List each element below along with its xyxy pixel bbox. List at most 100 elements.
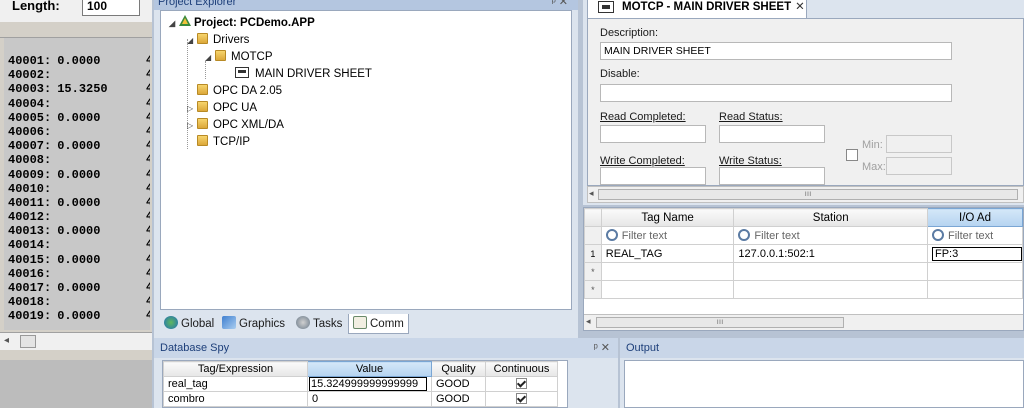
continuous-checkbox[interactable] <box>516 393 527 404</box>
project-tree: ◢ Project: PCDemo.APP ◢ Drivers ◢ MOTCP MAI… <box>160 10 572 310</box>
register-list: 40001: 0.0000 4 40002: 4 40003: 15.3250 4 40004:… <box>4 38 150 330</box>
column-header-quality[interactable]: Quality <box>431 361 486 377</box>
tree-node-project[interactable]: ◢ Project: PCDemo.APP <box>169 15 315 32</box>
filter-io-address[interactable]: Filter text <box>926 226 1024 245</box>
register-value: 0.0000 <box>57 110 101 125</box>
collapse-icon[interactable]: ◢ <box>169 15 179 32</box>
folder-icon <box>197 101 208 112</box>
scrollbar-thumb[interactable]: ııı <box>598 189 1018 200</box>
close-icon[interactable]: ✕ <box>795 1 805 13</box>
column-header-tag-expression[interactable]: Tag/Expression <box>163 361 308 377</box>
pin-icon[interactable]: ᵖ ✕ <box>594 338 610 358</box>
filter-tag-name[interactable]: Filter text <box>600 226 735 245</box>
cell-tag-name[interactable] <box>600 262 735 281</box>
folder-icon <box>197 84 208 95</box>
column-header-tag-name[interactable]: Tag Name <box>600 208 735 227</box>
pin-icon[interactable]: ᵖ ✕ <box>552 0 568 8</box>
horizontal-scrollbar[interactable]: ◂ ııı <box>587 186 1024 203</box>
collapse-icon[interactable]: ◢ <box>187 32 197 49</box>
disable-field[interactable] <box>600 84 952 102</box>
cell-value[interactable]: 0 <box>307 391 432 407</box>
description-field[interactable]: MAIN DRIVER SHEET <box>600 42 952 60</box>
row-number: * <box>584 262 602 281</box>
cell-tag-name[interactable]: REAL_TAG <box>600 244 735 263</box>
cell-tag-name[interactable] <box>600 280 735 299</box>
table-row: combro 0 GOOD <box>163 391 558 407</box>
tree-node-opc-ua[interactable]: ▷ OPC UA <box>187 100 257 117</box>
clipped-column: 4 <box>146 182 150 195</box>
cell-value[interactable]: 15.324999999999999 <box>307 376 432 392</box>
clipped-column: 4 <box>146 267 150 280</box>
scroll-left-icon[interactable]: ◂ <box>4 335 9 346</box>
tree-node-tcpip[interactable]: TCP/IP <box>187 134 250 151</box>
register-address: 40001: <box>8 54 52 68</box>
length-label: Length: <box>12 0 60 13</box>
tab-global[interactable]: Global <box>162 314 214 334</box>
register-address: 40007: <box>8 139 52 154</box>
clipped-column: 4 <box>146 55 150 67</box>
tab-driver-sheet[interactable]: MOTCP - MAIN DRIVER SHEET ✕ <box>587 0 807 18</box>
register-row: 40004: 4 <box>8 97 150 111</box>
tab-graphics[interactable]: Graphics <box>220 314 285 334</box>
cell-io-address[interactable] <box>926 280 1024 299</box>
cell-io-address[interactable] <box>926 262 1024 281</box>
continuous-checkbox[interactable] <box>516 378 527 389</box>
scroll-left-icon[interactable]: ◂ <box>586 316 591 327</box>
register-address: 40004: <box>8 96 52 111</box>
io-address-editor[interactable]: FP:3 <box>931 246 1022 261</box>
max-field[interactable] <box>886 157 952 175</box>
register-row: 40017: 0.0000 4 <box>8 281 150 295</box>
gear-icon <box>296 316 310 329</box>
column-header-continuous[interactable]: Continuous <box>485 361 558 377</box>
collapse-icon[interactable]: ◢ <box>205 49 215 66</box>
column-header-station[interactable]: Station <box>733 208 928 227</box>
tab-comm[interactable]: Comm <box>348 314 409 334</box>
register-row: 40001: 0.0000 4 <box>8 54 150 68</box>
output-panel: Output <box>620 338 1024 408</box>
register-address: 40014: <box>8 238 52 253</box>
output-area[interactable] <box>624 360 1024 408</box>
scroll-left-icon[interactable]: ◂ <box>589 188 594 199</box>
graphics-icon <box>222 316 236 329</box>
register-row: 40014: 4 <box>8 238 150 252</box>
min-max-checkbox[interactable] <box>846 149 858 161</box>
min-field[interactable] <box>886 135 952 153</box>
tree-label: OPC UA <box>213 102 258 114</box>
tree-node-motcp[interactable]: ◢ MOTCP <box>205 49 273 66</box>
read-completed-field[interactable] <box>600 125 706 143</box>
row-number-header <box>584 208 602 227</box>
column-header-value[interactable]: Value <box>307 361 432 377</box>
cell-station[interactable] <box>733 280 928 299</box>
cell-quality: GOOD <box>431 391 486 407</box>
cell-io-address[interactable]: FP:3 <box>926 244 1024 263</box>
cell-tag-expression[interactable]: real_tag <box>163 376 308 392</box>
horizontal-scrollbar[interactable]: ◂ <box>0 332 152 350</box>
table-row: * <box>584 262 1024 281</box>
register-row: 40006: 4 <box>8 125 150 139</box>
expand-icon[interactable]: ▷ <box>187 117 197 134</box>
scrollbar-thumb[interactable] <box>20 335 36 348</box>
register-address: 40018: <box>8 295 52 310</box>
cell-tag-expression[interactable]: combro <box>163 391 308 407</box>
filter-station[interactable]: Filter text <box>733 226 928 245</box>
tree-node-opc-xml[interactable]: ▷ OPC XML/DA <box>187 117 284 134</box>
expand-icon[interactable]: ▷ <box>187 100 197 117</box>
tree-node-drivers[interactable]: ◢ Drivers <box>187 32 249 49</box>
cell-station[interactable]: 127.0.0.1:502:1 <box>733 244 928 263</box>
tree-node-opc-da[interactable]: OPC DA 2.05 <box>187 83 282 100</box>
write-completed-field[interactable] <box>600 167 706 185</box>
register-address: 40016: <box>8 266 52 281</box>
horizontal-scrollbar[interactable]: ◂ ııı <box>584 314 1023 330</box>
tab-tasks[interactable]: Tasks <box>294 314 342 334</box>
tree-node-main-driver-sheet[interactable]: MAIN DRIVER SHEET <box>235 66 372 83</box>
filter-row: Filter text Filter text Filter text <box>584 226 1024 245</box>
scrollbar-thumb[interactable]: ııı <box>596 317 844 328</box>
cell-continuous[interactable] <box>485 376 558 392</box>
column-header-io-address[interactable]: I/O Ad <box>926 208 1024 227</box>
length-input[interactable]: 100 <box>82 0 140 16</box>
cell-station[interactable] <box>733 262 928 281</box>
read-status-field[interactable] <box>719 125 825 143</box>
write-status-field[interactable] <box>719 167 825 185</box>
cell-continuous[interactable] <box>485 391 558 407</box>
value-editor[interactable]: 15.324999999999999 <box>309 377 427 391</box>
